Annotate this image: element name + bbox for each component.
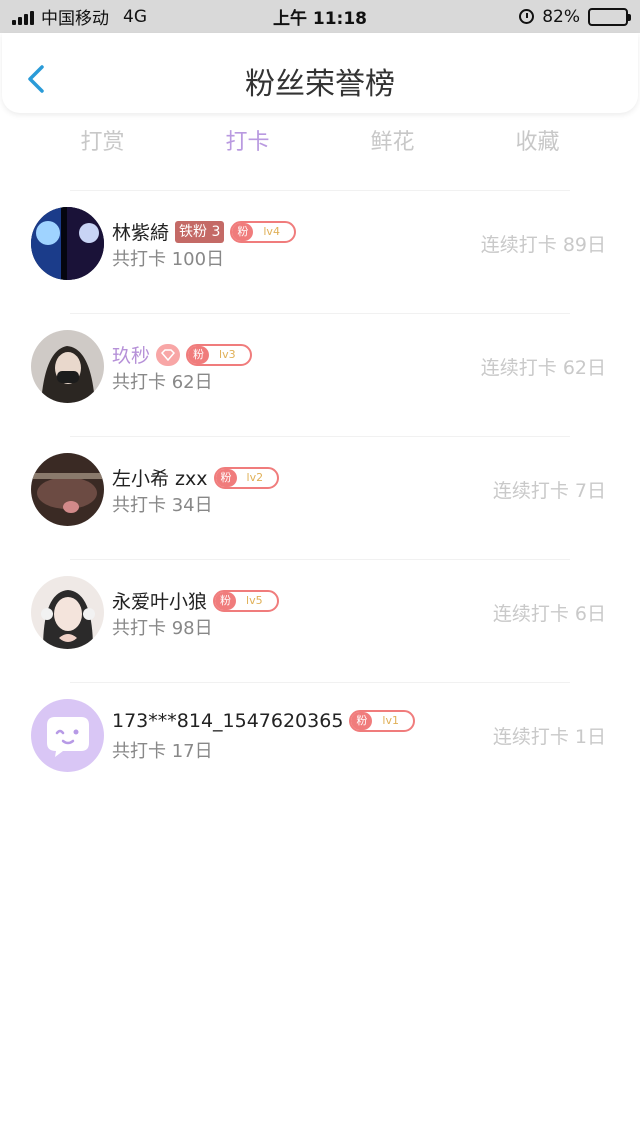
list-item[interactable]: 林紫綺 铁粉 3 粉 lv4 共打卡 100日 连续打卡 89日 — [0, 190, 640, 313]
status-bar: 中国移动 4G 上午 11:18 82% — [0, 0, 640, 33]
battery-percent: 82% — [542, 6, 580, 27]
nav-header: 粉丝荣誉榜 — [2, 33, 638, 113]
fan-list: 林紫綺 铁粉 3 粉 lv4 共打卡 100日 连续打卡 89日 玖秒 粉 lv… — [0, 190, 640, 805]
fan-label: 粉 — [188, 345, 210, 364]
list-item[interactable]: 玖秒 粉 lv3 共打卡 62日 连续打卡 62日 — [0, 313, 640, 436]
streak-checkins: 连续打卡 62日 — [480, 357, 606, 379]
level-label: lv3 — [219, 347, 236, 361]
total-checkins: 共打卡 98日 — [112, 618, 213, 639]
fan-label: 粉 — [215, 591, 237, 610]
chevron-left-icon[interactable] — [22, 61, 50, 97]
fan-label: 粉 — [232, 222, 254, 241]
tab-reward[interactable]: 打赏 — [30, 125, 175, 161]
total-checkins: 共打卡 100日 — [112, 249, 225, 270]
level-label: lv4 — [263, 224, 280, 238]
alarm-icon — [519, 9, 535, 24]
user-name[interactable]: 左小希 zxx — [112, 464, 208, 491]
tab-checkin[interactable]: 打卡 — [175, 125, 320, 161]
total-checkins: 共打卡 62日 — [112, 372, 213, 393]
carrier-name: 中国移动 — [41, 9, 109, 29]
avatar[interactable] — [31, 453, 104, 526]
fan-level-badge: 粉 lv1 — [349, 710, 415, 732]
fan-label: 粉 — [351, 712, 373, 730]
fan-level-badge: 粉 lv3 — [186, 343, 252, 366]
level-label: lv2 — [246, 470, 264, 484]
signal-icon — [12, 9, 34, 25]
fan-level-badge: 粉 lv4 — [230, 220, 296, 243]
user-name[interactable]: 永爱叶小狼 — [112, 587, 207, 614]
streak-checkins: 连续打卡 7日 — [492, 480, 606, 502]
level-label: lv1 — [382, 714, 399, 727]
user-name[interactable]: 玖秒 — [112, 341, 150, 368]
page-title: 粉丝荣誉榜 — [245, 67, 395, 102]
user-name[interactable]: 173***814_1547620365 — [112, 710, 343, 732]
streak-checkins: 连续打卡 1日 — [492, 726, 606, 748]
list-item[interactable]: 永爱叶小狼 粉 lv5 共打卡 98日 连续打卡 6日 — [0, 559, 640, 682]
avatar[interactable] — [31, 576, 104, 649]
tab-bar: 打赏 打卡 鲜花 收藏 — [30, 125, 610, 161]
diamond-icon — [156, 343, 181, 366]
streak-checkins: 连续打卡 89日 — [480, 234, 606, 256]
tab-favorites[interactable]: 收藏 — [465, 125, 610, 161]
fan-level-badge: 粉 lv2 — [213, 466, 280, 489]
level-label: lv5 — [246, 593, 263, 607]
fan-level-badge: 粉 lv5 — [213, 589, 279, 612]
fan-label: 粉 — [215, 468, 237, 487]
list-item[interactable]: 左小希 zxx 粉 lv2 共打卡 34日 连续打卡 7日 — [0, 436, 640, 559]
avatar[interactable] — [31, 330, 104, 403]
battery-icon — [588, 7, 631, 26]
list-item[interactable]: 173***814_1547620365 粉 lv1 共打卡 17日 连续打卡 … — [0, 682, 640, 805]
total-checkins: 共打卡 17日 — [112, 741, 213, 762]
streak-checkins: 连续打卡 6日 — [492, 603, 606, 625]
tab-flowers[interactable]: 鲜花 — [320, 125, 465, 161]
back-button[interactable] — [22, 61, 50, 97]
network-type: 4G — [123, 6, 147, 27]
iron-fan-tag: 铁粉 3 — [175, 220, 225, 243]
avatar[interactable] — [31, 207, 104, 280]
user-name[interactable]: 林紫綺 — [112, 218, 169, 245]
total-checkins: 共打卡 34日 — [112, 495, 213, 516]
avatar[interactable] — [31, 699, 104, 772]
